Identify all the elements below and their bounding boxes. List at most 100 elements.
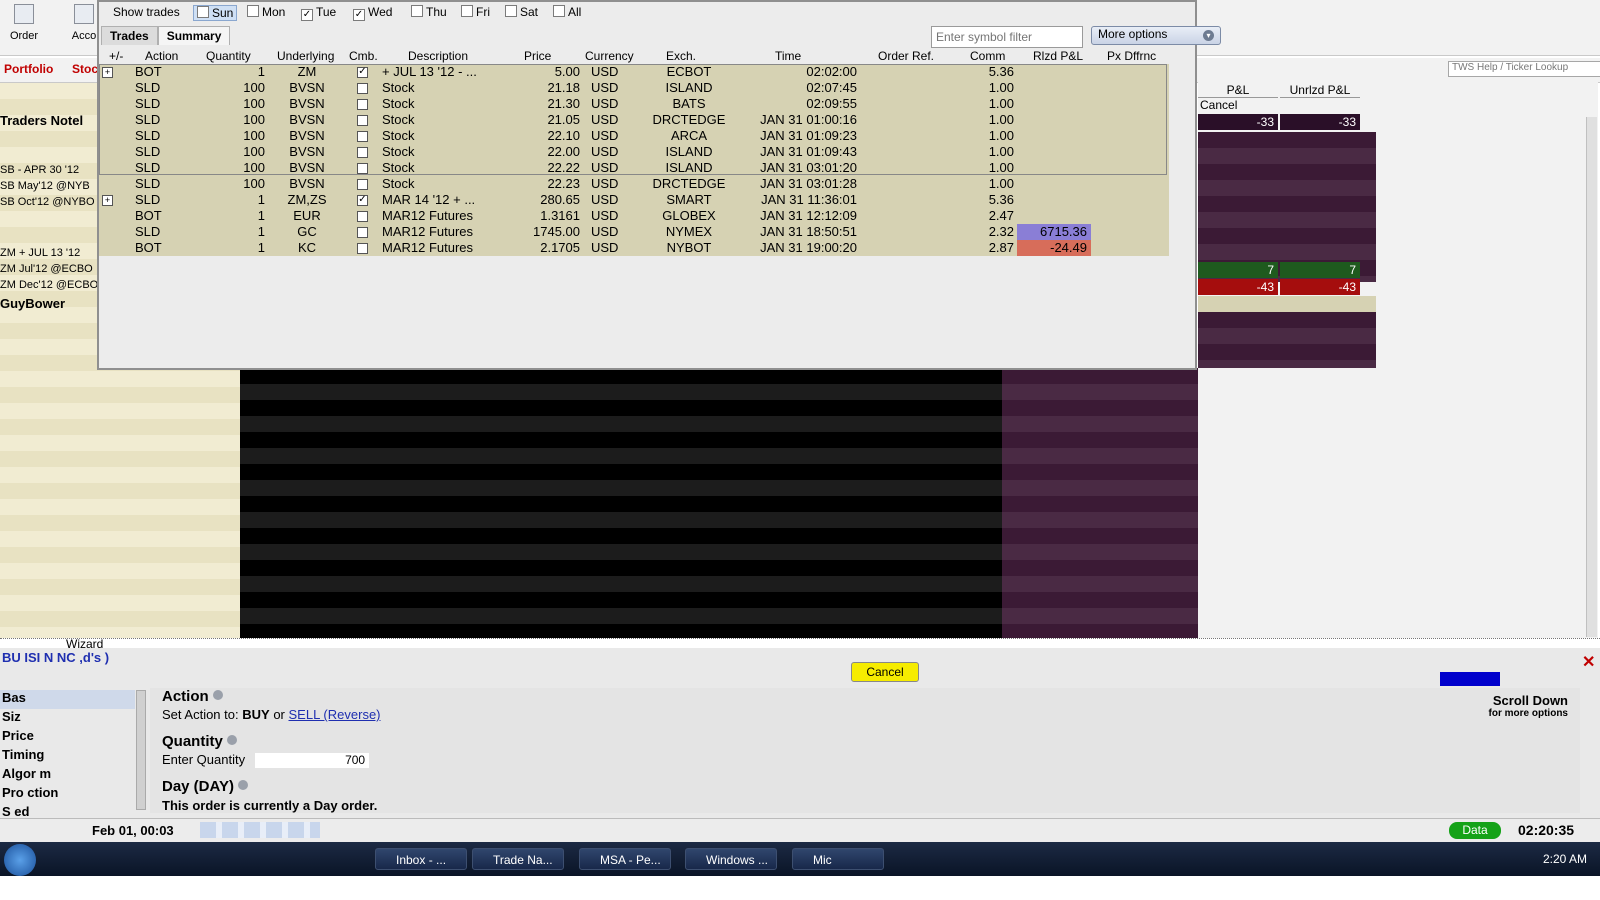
- col-quantity[interactable]: Quantity: [206, 49, 251, 63]
- day-sun[interactable]: Sun: [193, 5, 238, 21]
- nav-size[interactable]: Siz: [0, 709, 135, 728]
- notebook-row[interactable]: SB - APR 30 '12: [0, 164, 79, 176]
- combo-checkbox[interactable]: [357, 243, 368, 254]
- day-thu[interactable]: Thu: [411, 5, 447, 19]
- combo-checkbox[interactable]: [357, 99, 368, 110]
- cell-underlying: ZM: [297, 64, 317, 79]
- time-in-force-title: Day (DAY): [162, 778, 234, 795]
- col-underlying[interactable]: Underlying: [277, 49, 334, 63]
- checkbox-icon[interactable]: ✓: [353, 9, 365, 21]
- table-row[interactable]: SLD 100 BVSN Stock 22.23 USD DRCTEDGE JAN 31 03…: [99, 176, 1169, 192]
- task-trade[interactable]: Trade Na...: [472, 848, 564, 870]
- col-price[interactable]: Price: [524, 49, 551, 63]
- help-icon[interactable]: [226, 735, 237, 745]
- table-row[interactable]: BOT 1 EUR MAR12 Futures 1.3161 USD GLOBEX JAN 3…: [99, 208, 1169, 224]
- day-mon[interactable]: Mon: [247, 5, 285, 19]
- day-fri[interactable]: Fri: [461, 5, 490, 19]
- checkbox-icon[interactable]: [553, 5, 565, 17]
- task-mic[interactable]: Mic: [792, 848, 884, 870]
- nav-basics[interactable]: Bas: [0, 690, 135, 709]
- day-tue[interactable]: ✓ Tue: [301, 5, 336, 21]
- combo-checkbox[interactable]: ✓: [357, 67, 368, 78]
- col-unrlzd-pnl[interactable]: Unrlzd P&L: [1280, 83, 1360, 98]
- pnl-scrollbar[interactable]: [1586, 117, 1597, 637]
- col-time[interactable]: Time: [775, 49, 801, 63]
- close-icon[interactable]: ✕: [1582, 652, 1595, 672]
- symbol-filter-input[interactable]: [931, 26, 1083, 48]
- col-px-dffrnc[interactable]: Px Dffrnc: [1107, 49, 1156, 63]
- table-row[interactable]: SLD 100 BVSN Stock 22.10 USD ARCA JAN 31 01:09:…: [99, 128, 1169, 144]
- table-row[interactable]: + BOT 1 ZM + JUL 13 '12 - ... 5.00 USD ECBOT 02:…: [99, 64, 1169, 80]
- sell-reverse-link[interactable]: SELL (Reverse): [289, 707, 381, 722]
- checkbox-icon[interactable]: [505, 5, 517, 17]
- table-row[interactable]: SLD 1 GC MAR12 Futures 1745.00 USD NYMEX JAN 31…: [99, 224, 1169, 240]
- col-rlzd-pnl[interactable]: Rlzd P&L: [1033, 49, 1083, 63]
- combo-checkbox[interactable]: [357, 115, 368, 126]
- chart-tools-icon[interactable]: [200, 822, 320, 838]
- tab-trades[interactable]: Trades: [101, 26, 158, 45]
- table-row[interactable]: + SLD 1 ZM,ZS MAR 14 '12 + ... 280.65 USD SMART…: [99, 192, 1169, 208]
- table-row[interactable]: SLD 100 BVSN Stock 22.22 USD ISLAND JAN 31 03:0…: [99, 160, 1169, 176]
- ticker-lookup-input[interactable]: TWS Help / Ticker Lookup: [1448, 61, 1600, 77]
- col-plus-minus[interactable]: +/-: [109, 49, 123, 63]
- tab-portfolio[interactable]: Portfolio: [4, 62, 53, 76]
- cancel-button[interactable]: Cancel: [851, 662, 919, 682]
- start-button[interactable]: [4, 844, 36, 876]
- checkbox-icon[interactable]: [197, 6, 209, 18]
- checkbox-icon[interactable]: ✓: [301, 9, 313, 21]
- combo-checkbox[interactable]: [357, 131, 368, 142]
- day-wed[interactable]: ✓ Wed: [353, 5, 392, 21]
- table-row[interactable]: BOT 1 KC MAR12 Futures 2.1705 USD NYBOT JAN 31 …: [99, 240, 1169, 256]
- checkbox-icon[interactable]: [411, 5, 423, 17]
- more-options-button[interactable]: More options ▾: [1091, 26, 1221, 45]
- checkbox-icon[interactable]: [247, 5, 259, 17]
- combo-checkbox[interactable]: [357, 83, 368, 94]
- col-pnl[interactable]: P&L: [1198, 83, 1278, 98]
- help-icon[interactable]: [237, 780, 248, 790]
- nav-protection[interactable]: Pro ction: [0, 785, 135, 804]
- tab-stock[interactable]: Stoc: [72, 62, 98, 76]
- notebook-row[interactable]: SB Oct'12 @NYBO: [0, 196, 95, 208]
- table-row[interactable]: SLD 100 BVSN Stock 21.05 USD DRCTEDGE JAN 31 01…: [99, 112, 1169, 128]
- scroll-down-hint[interactable]: Scroll Down for more options: [1480, 693, 1568, 719]
- order-button[interactable]: Order: [0, 4, 48, 42]
- task-windows[interactable]: Windows ...: [685, 848, 777, 870]
- task-msa[interactable]: MSA - Pe...: [579, 848, 671, 870]
- expand-icon[interactable]: +: [102, 195, 113, 206]
- combo-checkbox[interactable]: [357, 227, 368, 238]
- checkbox-icon[interactable]: [461, 5, 473, 17]
- nav-scrollbar[interactable]: [136, 690, 146, 810]
- day-all[interactable]: All: [553, 5, 581, 19]
- table-row[interactable]: SLD 100 BVSN Stock 21.18 USD ISLAND 02:07:45 1.0…: [99, 80, 1169, 96]
- nav-algorithm[interactable]: Algor m: [0, 766, 135, 785]
- expand-icon[interactable]: +: [102, 67, 113, 78]
- data-status-badge[interactable]: Data: [1449, 822, 1501, 839]
- notebook-row[interactable]: ZM Jul'12 @ECBO: [0, 263, 93, 275]
- col-order-ref[interactable]: Order Ref.: [878, 49, 934, 63]
- col-comm[interactable]: Comm: [970, 49, 1005, 63]
- col-description[interactable]: Description: [408, 49, 468, 63]
- notebook-row[interactable]: ZM + JUL 13 '12: [0, 247, 80, 259]
- combo-checkbox[interactable]: [357, 179, 368, 190]
- col-action[interactable]: Action: [145, 49, 178, 63]
- notebook-row[interactable]: ZM Dec'12 @ECBO: [0, 279, 98, 291]
- col-cmb[interactable]: Cmb.: [349, 49, 378, 63]
- combo-checkbox[interactable]: [357, 163, 368, 174]
- day-sat[interactable]: Sat: [505, 5, 538, 19]
- pnl-cancel[interactable]: Cancel: [1200, 98, 1237, 112]
- nav-timing[interactable]: Timing: [0, 747, 135, 766]
- nav-price[interactable]: Price: [0, 728, 135, 747]
- col-exchange[interactable]: Exch.: [666, 49, 696, 63]
- quantity-input[interactable]: 700: [255, 753, 370, 768]
- col-currency[interactable]: Currency: [585, 49, 634, 63]
- combo-checkbox[interactable]: ✓: [357, 195, 368, 206]
- cell-quantity: 1: [257, 224, 265, 239]
- tab-summary[interactable]: Summary: [157, 26, 231, 45]
- notebook-row[interactable]: SB May'12 @NYB: [0, 180, 90, 192]
- combo-checkbox[interactable]: [357, 147, 368, 158]
- combo-checkbox[interactable]: [357, 211, 368, 222]
- table-row[interactable]: SLD 100 BVSN Stock 22.00 USD ISLAND JAN 31 01:0…: [99, 144, 1169, 160]
- table-row[interactable]: SLD 100 BVSN Stock 21.30 USD BATS 02:09:55 1.00: [99, 96, 1169, 112]
- task-inbox[interactable]: Inbox - ...: [375, 848, 467, 870]
- help-icon[interactable]: [212, 690, 223, 700]
